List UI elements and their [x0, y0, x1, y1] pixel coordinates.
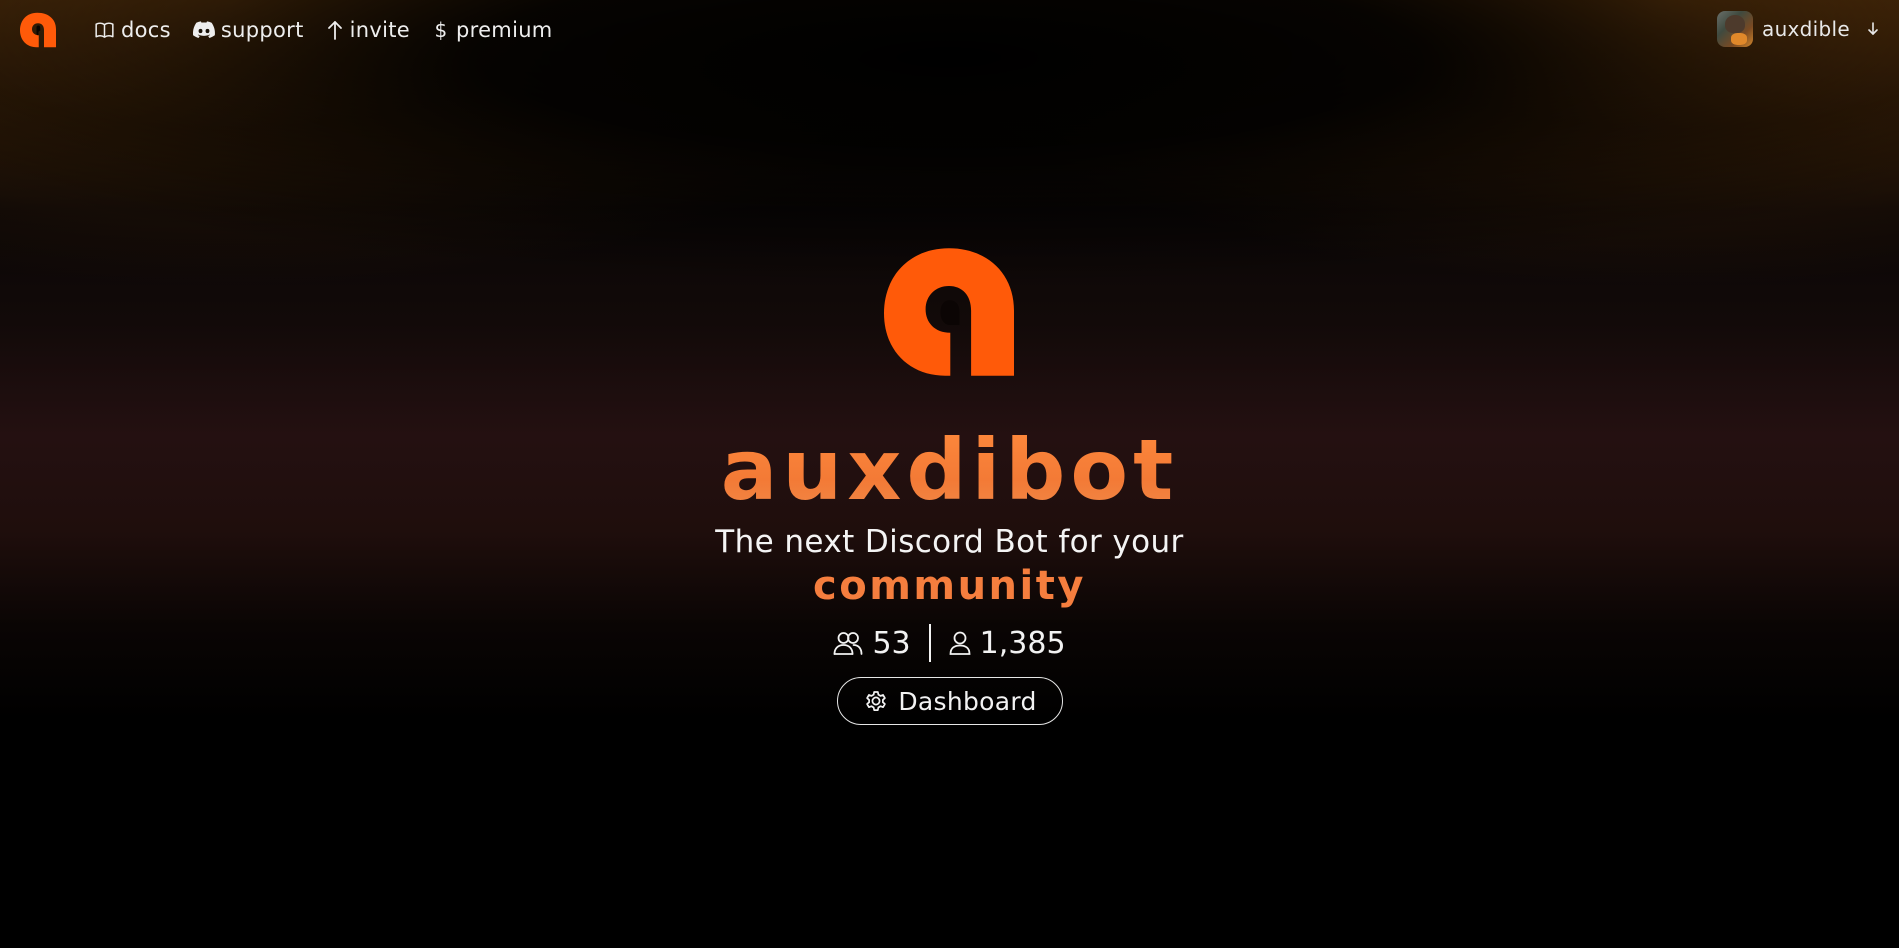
discord-icon	[192, 21, 215, 38]
user-count-stat: 1,385	[949, 626, 1066, 661]
server-count-stat: 53	[833, 625, 911, 661]
dashboard-button[interactable]: Dashboard	[837, 677, 1063, 725]
nav-link-label: premium	[455, 18, 553, 42]
gear-icon	[866, 691, 887, 711]
brand-title: auxdibot	[0, 420, 1899, 520]
top-navbar: docs support invite $ premium auxdible	[0, 0, 1899, 60]
nav-links: docs support invite $ premium	[94, 0, 553, 60]
stats-divider	[928, 624, 931, 662]
arrow-down-icon[interactable]	[1867, 22, 1879, 36]
tagline-accent: community	[813, 563, 1086, 609]
auxdibot-logo-icon	[884, 248, 1014, 376]
user-icon	[949, 631, 971, 655]
nav-link-label: support	[220, 18, 304, 42]
nav-link-label: docs	[121, 18, 171, 42]
username: auxdible	[1762, 17, 1850, 41]
nav-link-invite[interactable]: invite	[326, 18, 410, 42]
page: docs support invite $ premium auxdible a…	[0, 0, 1899, 948]
auxdibot-logo-icon[interactable]	[19, 12, 57, 48]
avatar[interactable]	[1717, 11, 1754, 47]
users-icon	[834, 632, 863, 655]
dollar-icon: $	[434, 18, 448, 42]
nav-link-docs[interactable]: docs	[94, 18, 171, 42]
arrow-up-icon	[327, 21, 342, 40]
tagline: The next Discord Bot for your	[715, 524, 1184, 560]
server-count: 53	[872, 625, 911, 661]
stats-row: 53 1,385	[0, 621, 1899, 665]
nav-link-premium[interactable]: $ premium	[432, 18, 553, 42]
book-icon	[95, 22, 114, 38]
nav-link-support[interactable]: support	[192, 18, 304, 42]
user-menu[interactable]: auxdible	[1717, 11, 1879, 47]
nav-link-label: invite	[349, 18, 410, 42]
user-count: 1,385	[979, 625, 1066, 661]
dashboard-button-label: Dashboard	[898, 686, 1037, 716]
